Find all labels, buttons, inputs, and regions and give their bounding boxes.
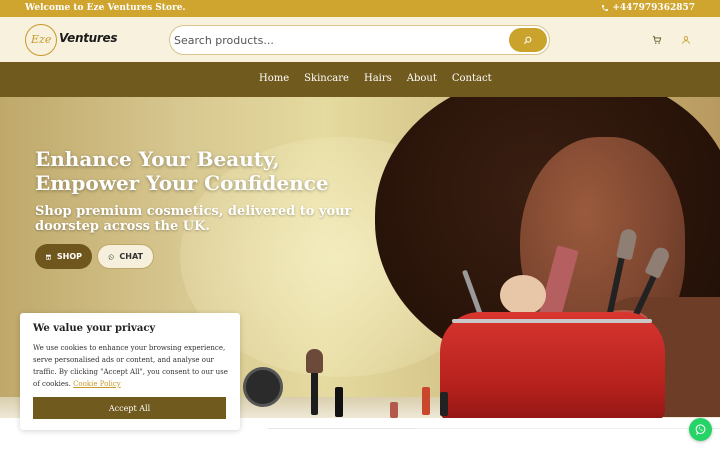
lipstick [440,392,448,416]
search-icon [524,36,532,44]
chat-button-label: CHAT [119,252,143,261]
cosmetic-bag [440,312,665,418]
search-input[interactable] [174,30,504,50]
makeup-brush-head [306,349,323,373]
site-header: Eze Ventures [0,17,720,62]
lipstick [390,402,398,418]
welcome-text: Welcome to Eze Ventures Store. [25,3,186,13]
nav-list: Home Skincare Hairs About Contact [259,73,492,84]
logo-wordmark: Ventures [59,31,118,45]
phone-number: +447979362857 [612,3,695,13]
hero-title: Enhance Your Beauty, Empower Your Confid… [35,147,355,195]
divider [268,428,416,429]
account-button[interactable] [680,34,692,46]
search-bar [169,25,550,55]
cart-icon [652,35,662,44]
lipstick [422,387,430,415]
nav-item-home[interactable]: Home [259,73,289,84]
beauty-sponge [500,275,546,315]
cookie-title: We value your privacy [33,323,156,334]
accept-all-button[interactable]: Accept All [33,397,226,419]
store-icon [45,254,52,260]
whatsapp-icon [108,253,114,260]
shop-button-label: SHOP [56,252,82,261]
hero-title-line-1: Enhance Your Beauty, [35,147,280,171]
user-icon [682,36,690,44]
announcement-bar: Welcome to Eze Ventures Store. +44797936… [0,0,720,17]
divider [416,428,720,429]
nav-item-about[interactable]: About [407,73,437,84]
hero-title-line-2: Empower Your Confidence [35,171,329,195]
cookie-policy-link[interactable]: Cookie Policy [73,380,121,388]
whatsapp-float-button[interactable] [689,418,712,441]
cosmetic-bag-zip [452,319,652,323]
phone-icon [602,5,609,11]
cookie-body: We use cookies to enhance your browsing … [33,344,228,388]
main-nav: Home Skincare Hairs About Contact [0,62,720,97]
phone-link[interactable]: +447979362857 [601,3,695,13]
lipstick [335,387,343,417]
site-logo[interactable]: Eze Ventures [25,23,117,57]
whatsapp-icon [695,424,706,435]
shop-button[interactable]: SHOP [35,244,92,269]
nav-item-skincare[interactable]: Skincare [304,73,349,84]
nav-item-contact[interactable]: Contact [452,73,492,84]
powder-compact [243,367,283,407]
nav-item-hairs[interactable]: Hairs [364,73,392,84]
search-button[interactable] [509,28,547,52]
cart-button[interactable] [651,34,663,46]
cookie-text: We use cookies to enhance your browsing … [33,342,230,390]
cookie-consent-banner: We value your privacy We use cookies to … [20,313,240,430]
logo-script: Eze [31,33,52,46]
hero-subtitle: Shop premium cosmetics, delivered to you… [35,204,352,234]
chat-button[interactable]: CHAT [97,244,154,269]
